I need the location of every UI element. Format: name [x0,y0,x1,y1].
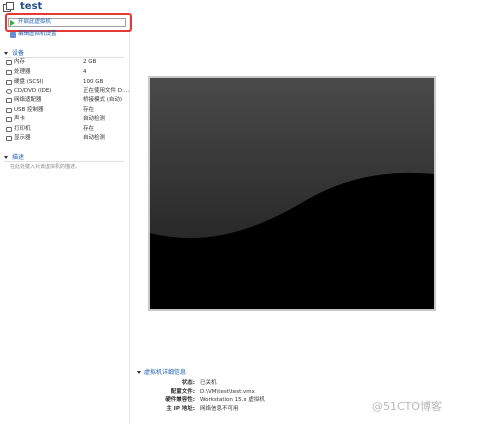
collapse-triangle-icon [4,52,8,55]
device-row-usb[interactable]: USB 控制器 存在 [6,106,126,115]
device-name: 内存 [14,59,26,65]
collapse-triangle-icon [137,371,141,374]
device-row-sound-card[interactable]: 声卡 自动检测 [6,115,126,124]
memory-icon [6,60,12,65]
device-value: 存在 [83,107,95,113]
device-row-cd-dvd[interactable]: CD/DVD (IDE) 正在使用文件 D:... [6,87,130,96]
device-row-cpu[interactable]: 处理器 4 [6,68,126,77]
device-value: 4 [83,69,87,75]
detail-row-state: 状态: 已关机 [130,379,470,388]
printer-icon [6,127,12,132]
cd-dvd-icon [6,89,12,94]
edit-settings-icon [10,31,16,38]
sound-card-icon [6,117,12,122]
device-row-network-adapter[interactable]: 网络适配器 桥接模式 (自动) [6,96,126,105]
network-adapter-icon [6,98,12,103]
device-value: 自动检测 [83,135,106,141]
display-icon [6,136,12,141]
device-name: 硬盘 (SCSI) [14,79,44,85]
detail-key: 硬件兼容性: [165,397,195,403]
vm-preview-screen[interactable] [148,76,436,311]
detail-key: 状态: [181,380,195,386]
device-name: 显示器 [14,135,31,141]
collapse-triangle-icon [4,156,8,159]
detail-value: 已关机 [200,380,217,386]
device-value: 2 GB [83,59,97,65]
device-name: USB 控制器 [14,107,44,113]
device-value: 桥接模式 (自动) [83,97,123,103]
device-row-memory[interactable]: 内存 2 GB [6,58,126,67]
device-value: 正在使用文件 D:... [83,88,130,94]
device-value: 自动检测 [83,116,106,122]
vm-icon [3,2,15,13]
vm-title: test [20,1,43,12]
vm-details-label: 虚拟机详细信息 [144,369,187,376]
device-name: 打印机 [14,126,31,132]
detail-value: Workstation 15.x 虚拟机 [200,397,265,403]
vm-preview-graphic [150,78,434,309]
device-row-hard-disk[interactable]: 硬盘 (SCSI) 100 GB [6,78,126,87]
usb-icon [6,108,12,113]
device-value: 100 GB [83,79,104,85]
edit-vm-settings-button[interactable]: 编辑虚拟机设置 [8,30,126,39]
watermark: @51CTO博客 [372,400,443,413]
device-value: 存在 [83,126,95,132]
description-placeholder[interactable]: 在此处键入对该虚拟机的描述。 [10,163,80,170]
device-row-printer[interactable]: 打印机 存在 [6,125,126,134]
cpu-icon [6,70,12,75]
detail-key: 主 IP 地址: [166,406,195,412]
hard-disk-icon [6,80,12,85]
edit-vm-settings-label: 编辑虚拟机设置 [18,31,57,37]
vm-details-section: 虚拟机详细信息 状态: 已关机 配置文件: D:\VM\test\test.vm… [130,368,480,424]
device-row-display[interactable]: 显示器 自动检测 [6,134,126,143]
device-name: 网络适配器 [14,97,42,103]
section-divider [4,161,124,162]
detail-value: 网络信息不可用 [200,406,239,412]
device-name: CD/DVD (IDE) [14,88,52,94]
device-name: 声卡 [14,116,26,122]
device-name: 处理器 [14,69,31,75]
